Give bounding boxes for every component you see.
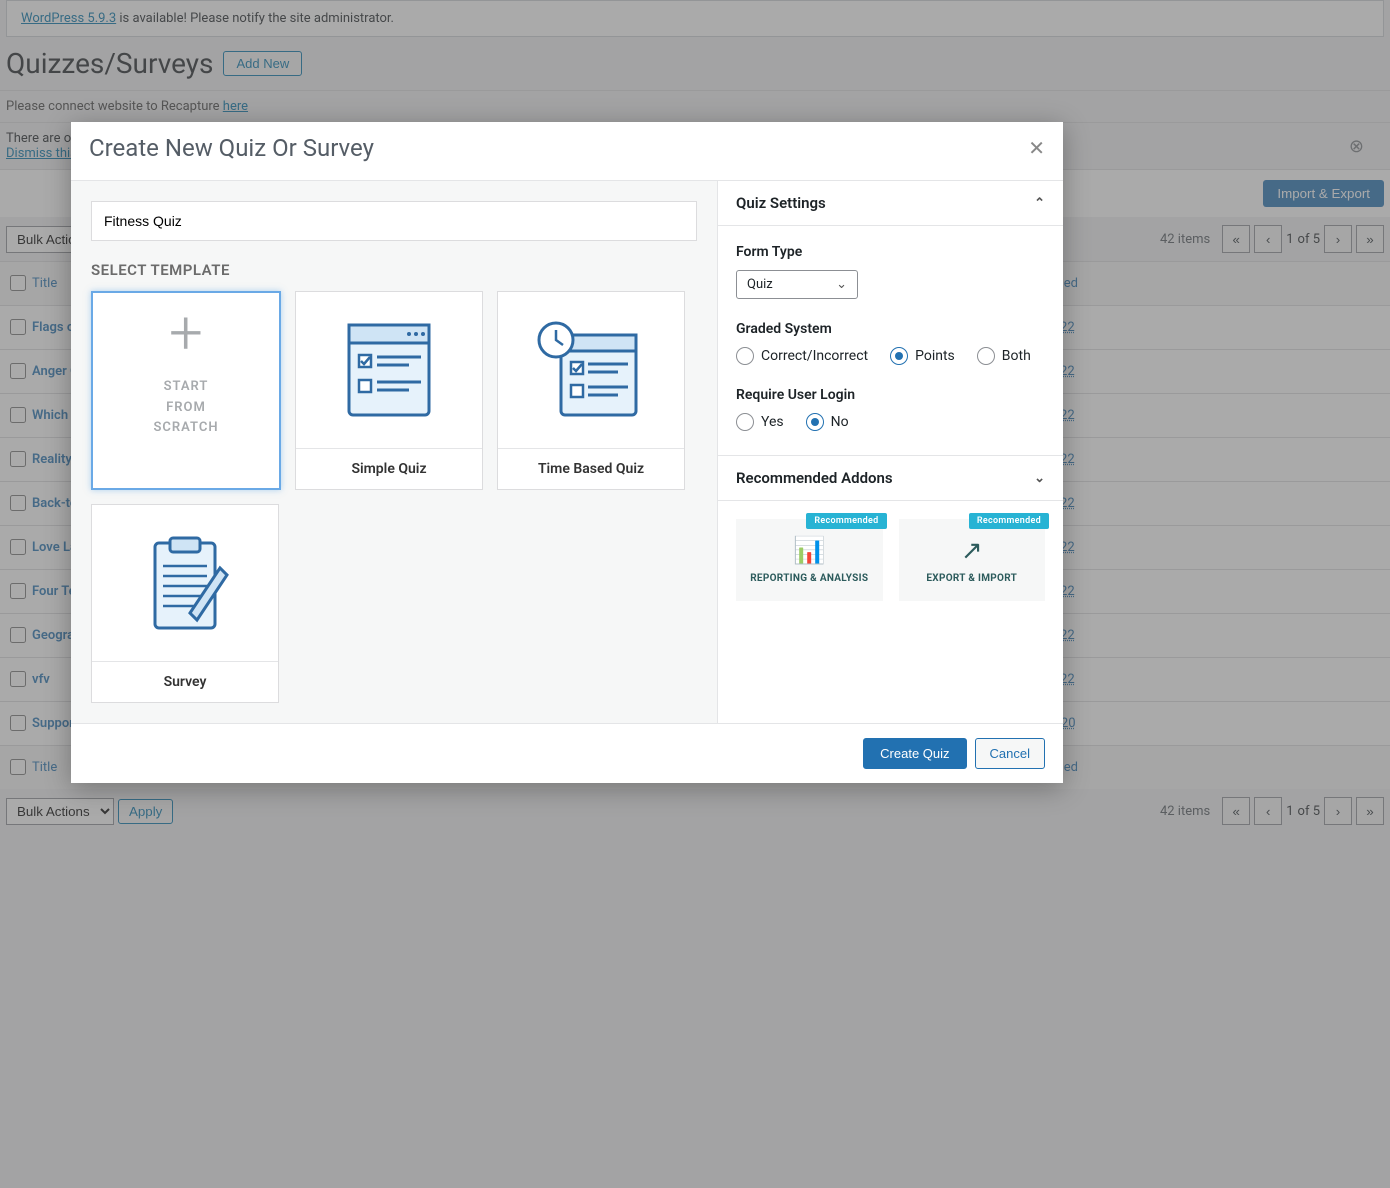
chevron-down-icon: ⌄ [836, 277, 847, 292]
recommended-addons-header[interactable]: Recommended Addons ⌄ [718, 456, 1063, 501]
login-no-option[interactable]: No [806, 413, 849, 431]
radio-icon [806, 413, 824, 431]
quiz-settings-header[interactable]: Quiz Settings ⌃ [718, 181, 1063, 226]
radio-icon [736, 347, 754, 365]
simple-quiz-icon [296, 292, 482, 449]
form-type-label: Form Type [736, 244, 1045, 260]
recommended-tag: Recommended [969, 513, 1049, 529]
radio-icon [977, 347, 995, 365]
radio-icon [890, 347, 908, 365]
recommended-addons-title: Recommended Addons [736, 469, 893, 487]
form-type-select[interactable]: Quiz ⌄ [736, 270, 858, 299]
chevron-up-icon: ⌃ [1034, 196, 1045, 211]
select-template-label: SELECT TEMPLATE [91, 261, 697, 279]
template-survey[interactable]: Survey [91, 504, 279, 703]
graded-correct-option[interactable]: Correct/Incorrect [736, 347, 868, 365]
report-icon: 📊 [793, 536, 825, 566]
export-icon: ↗ [961, 536, 983, 566]
quiz-name-input[interactable] [91, 201, 697, 241]
recommended-tag: Recommended [806, 513, 886, 529]
create-quiz-button[interactable]: Create Quiz [863, 738, 966, 769]
survey-icon [92, 505, 278, 662]
quiz-settings-title: Quiz Settings [736, 194, 826, 212]
radio-icon [736, 413, 754, 431]
modal-title: Create New Quiz Or Survey [89, 134, 374, 162]
time-quiz-icon [498, 292, 684, 449]
template-scratch[interactable]: + START FROM SCRATCH [91, 291, 281, 490]
form-type-value: Quiz [747, 277, 773, 292]
close-icon[interactable]: ✕ [1028, 136, 1045, 160]
graded-points-option[interactable]: Points [890, 347, 955, 365]
scratch-text: START FROM SCRATCH [153, 377, 218, 439]
template-label: Survey [152, 662, 219, 702]
template-label: Simple Quiz [339, 449, 438, 489]
cancel-button[interactable]: Cancel [975, 738, 1045, 769]
template-time-quiz[interactable]: Time Based Quiz [497, 291, 685, 490]
plus-icon: + [169, 303, 203, 363]
require-login-label: Require User Login [736, 387, 1045, 403]
graded-both-option[interactable]: Both [977, 347, 1031, 365]
create-quiz-modal: Create New Quiz Or Survey ✕ SELECT TEMPL… [71, 122, 1063, 783]
addon-reporting[interactable]: Recommended 📊 REPORTING & ANALYSIS [736, 519, 883, 601]
chevron-down-icon: ⌄ [1034, 471, 1045, 486]
addon-title: REPORTING & ANALYSIS [750, 572, 868, 585]
template-simple-quiz[interactable]: Simple Quiz [295, 291, 483, 490]
addon-title: EXPORT & IMPORT [926, 572, 1017, 585]
template-label: Time Based Quiz [526, 449, 656, 489]
addon-export-import[interactable]: Recommended ↗ EXPORT & IMPORT [899, 519, 1046, 601]
login-yes-option[interactable]: Yes [736, 413, 784, 431]
graded-system-label: Graded System [736, 321, 1045, 337]
